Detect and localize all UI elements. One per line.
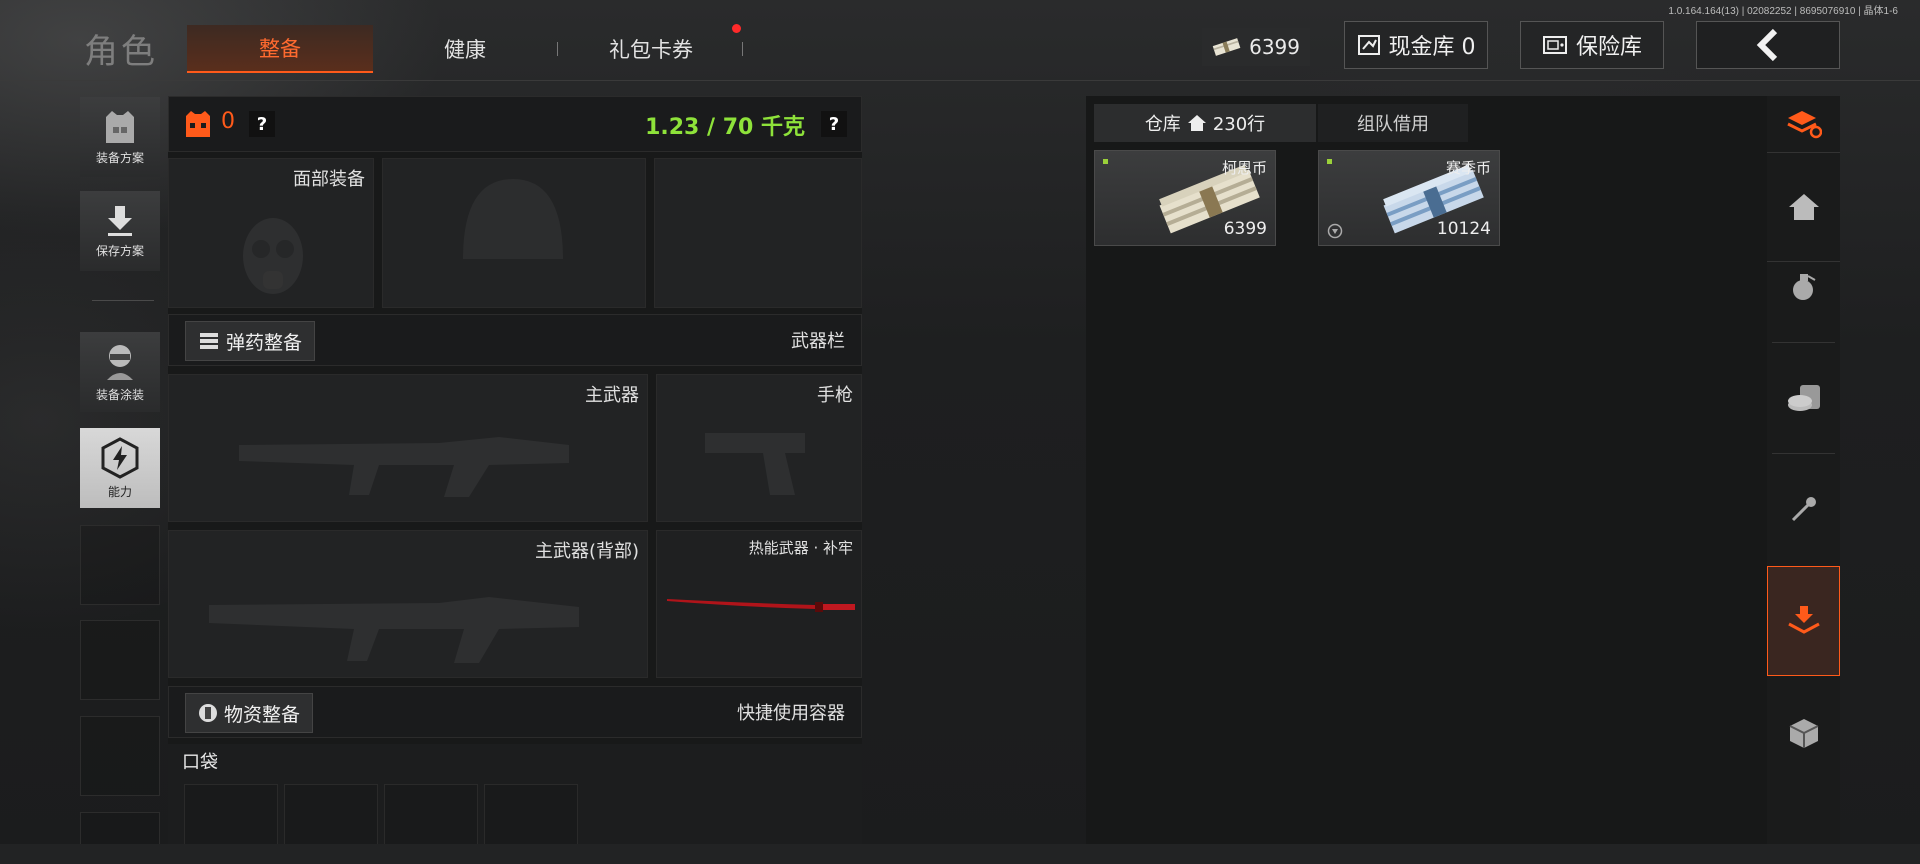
backpack-slot[interactable] bbox=[654, 158, 862, 308]
cash-vault-label: 现金库 0 bbox=[1388, 35, 1476, 60]
face-slot[interactable]: 面部装备 bbox=[168, 158, 374, 308]
item-name: 柯恩币 bbox=[1221, 159, 1267, 177]
save-plan-button[interactable]: 保存方案 bbox=[80, 191, 160, 271]
loot-download-icon bbox=[1787, 606, 1820, 634]
vest-icon bbox=[106, 110, 134, 143]
ammo-equip-label: 弹药整备 bbox=[226, 331, 303, 354]
item-count: 6399 bbox=[1223, 219, 1267, 239]
tab-equip[interactable]: 整备 bbox=[187, 25, 373, 73]
helmet-icon bbox=[463, 179, 563, 259]
empty-slot bbox=[80, 620, 160, 700]
helmet-slot[interactable] bbox=[382, 158, 646, 308]
thermal-weapon-slot[interactable]: 热能武器 · 补牢 bbox=[656, 530, 862, 678]
item-count: 10124 bbox=[1436, 219, 1491, 239]
bound-icon bbox=[1327, 223, 1343, 239]
tab-gift-cards[interactable]: 礼包卡券 bbox=[560, 25, 742, 73]
primary-back-slot[interactable]: 主武器(背部) bbox=[168, 530, 648, 678]
warehouse-tab-label: 仓库 bbox=[1144, 114, 1181, 135]
new-indicator bbox=[1103, 159, 1108, 164]
currency-value: 6399 bbox=[1249, 35, 1300, 59]
armor-vest-icon bbox=[186, 111, 210, 137]
safe-icon bbox=[1542, 36, 1567, 54]
rifle-icon bbox=[239, 437, 569, 497]
safe-label: 保险库 bbox=[1575, 35, 1642, 60]
tab-health[interactable]: 健康 bbox=[375, 25, 555, 73]
page-title: 角色 bbox=[84, 32, 158, 72]
cash-vault-button[interactable]: 现金库 0 bbox=[1344, 21, 1488, 69]
pistol-slot[interactable]: 手枪 bbox=[656, 374, 862, 522]
ammo-equip-button[interactable]: 弹药整备 bbox=[185, 321, 316, 361]
thermal-weapon-label: 热能武器 · 补牢 bbox=[748, 539, 853, 557]
key-icon bbox=[1791, 497, 1816, 522]
warehouse-rows: 230行 bbox=[1212, 114, 1266, 135]
back-arrow-icon bbox=[1756, 28, 1778, 62]
left-divider bbox=[92, 300, 154, 301]
currency-display: 6399 bbox=[1202, 28, 1310, 66]
supply-section-header: 物资整备 快捷使用容器 bbox=[168, 686, 862, 738]
download-arrow-icon bbox=[108, 205, 132, 236]
layers-sort-icon bbox=[1786, 111, 1822, 139]
pistol-icon bbox=[705, 433, 805, 495]
katana-icon bbox=[667, 599, 855, 612]
safe-button[interactable]: 保险库 bbox=[1520, 21, 1664, 69]
warehouse-item[interactable]: 赛季币 10124 bbox=[1318, 150, 1500, 246]
primary-back-label: 主武器(背部) bbox=[534, 541, 639, 562]
vault-icon bbox=[1357, 35, 1380, 55]
nav-grenade-button[interactable] bbox=[1767, 232, 1840, 342]
primary-weapon-label: 主武器 bbox=[585, 385, 639, 406]
team-borrow-tab[interactable]: 组队借用 bbox=[1318, 104, 1468, 142]
ability-lightning-icon bbox=[101, 436, 139, 479]
tab-divider bbox=[557, 42, 558, 56]
top-divider bbox=[0, 80, 1920, 81]
empty-slot bbox=[80, 716, 160, 796]
equip-skin-button[interactable]: 装备涂装 bbox=[80, 332, 160, 412]
primary-weapon-slot[interactable]: 主武器 bbox=[168, 374, 648, 522]
supply-icon bbox=[199, 704, 217, 722]
equip-plan-button[interactable]: 装备方案 bbox=[80, 97, 160, 177]
warehouse-item[interactable]: 柯恩币 6399 bbox=[1094, 150, 1276, 246]
soldier-icon bbox=[107, 344, 133, 380]
armor-count: 0 bbox=[221, 109, 235, 134]
nav-box-button[interactable] bbox=[1767, 678, 1840, 788]
weight-help-icon[interactable]: ? bbox=[821, 111, 847, 137]
ammo-icon bbox=[200, 333, 218, 349]
pistol-label: 手枪 bbox=[817, 385, 853, 406]
sort-stack-button[interactable] bbox=[1767, 96, 1840, 152]
equip-plan-label: 装备方案 bbox=[95, 150, 144, 165]
item-name: 赛季币 bbox=[1445, 159, 1491, 177]
back-button[interactable] bbox=[1696, 21, 1840, 69]
pocket-label: 口袋 bbox=[182, 752, 218, 773]
nav-loot-button[interactable] bbox=[1767, 566, 1840, 676]
save-plan-label: 保存方案 bbox=[95, 243, 144, 258]
nav-keys-button[interactable] bbox=[1767, 454, 1840, 564]
quick-container-label: 快捷使用容器 bbox=[737, 703, 845, 724]
warehouse-tab[interactable]: 仓库 230行 bbox=[1094, 104, 1316, 142]
assault-rifle-icon bbox=[209, 597, 579, 663]
help-icon[interactable]: ? bbox=[249, 111, 275, 137]
ability-button[interactable]: 能力 bbox=[80, 428, 160, 508]
box-icon bbox=[1789, 719, 1818, 748]
bottom-bar bbox=[0, 844, 1920, 864]
supply-equip-label: 物资整备 bbox=[224, 703, 301, 726]
nav-consumables-button[interactable] bbox=[1767, 343, 1840, 453]
gas-mask-icon bbox=[243, 218, 303, 294]
new-indicator bbox=[1327, 159, 1332, 164]
status-bar: 0 ? 1.23 / 70 千克 ? bbox=[168, 96, 862, 152]
home-small-icon bbox=[1187, 115, 1206, 131]
weapon-section-header: 弹药整备 武器栏 bbox=[168, 314, 862, 366]
weight-value: 1.23 / 70 千克 bbox=[645, 115, 805, 140]
home-icon bbox=[1788, 194, 1819, 220]
ability-label: 能力 bbox=[107, 484, 132, 499]
weapon-bar-label: 武器栏 bbox=[791, 331, 845, 352]
notification-dot bbox=[732, 24, 741, 33]
supply-equip-button[interactable]: 物资整备 bbox=[185, 693, 314, 733]
cash-stack-icon bbox=[1212, 38, 1241, 56]
medkit-icon bbox=[1787, 385, 1820, 411]
empty-slot bbox=[80, 525, 160, 605]
version-text: 1.0.164.164(13) | 02082252 | 8695076910 … bbox=[1668, 6, 1898, 17]
tab-divider bbox=[742, 42, 743, 56]
face-slot-label: 面部装备 bbox=[293, 169, 365, 190]
equip-skin-label: 装备涂装 bbox=[95, 387, 144, 402]
grenade-icon bbox=[1792, 274, 1815, 300]
